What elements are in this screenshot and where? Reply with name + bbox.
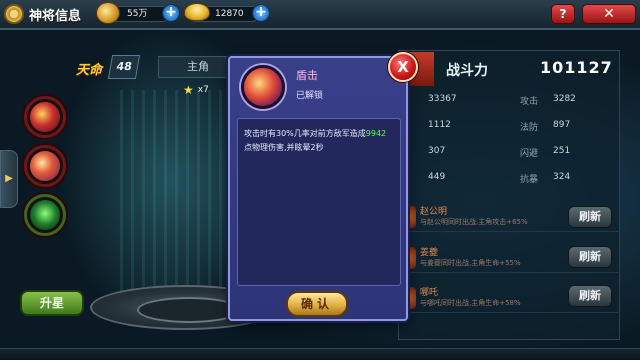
refresh-bond-button[interactable]: 刷新 <box>568 246 612 268</box>
skill-description: 攻击时有30%几率对前方敌军造成9942 点物理伤害,并眩晕2秒 <box>237 118 401 286</box>
star-count: x7 <box>197 85 209 95</box>
star-rating: ★ x7 <box>183 83 209 97</box>
add-gold-button[interactable]: + <box>252 4 270 22</box>
upgrade-star-button[interactable]: 升星 <box>20 290 84 316</box>
top-bar: 神将信息 55万 + 12870 + ? ✕ <box>0 0 640 30</box>
bond-desc: 与赵公明同时出战,主角攻击+65% <box>420 218 528 226</box>
stat-value-left: 1112 <box>428 120 451 130</box>
stat-value-right: 897 <box>553 120 571 130</box>
add-silver-button[interactable]: + <box>162 4 180 22</box>
confirm-button[interactable]: 确认 <box>286 291 348 317</box>
stat-label: 法防 <box>520 123 539 133</box>
bottom-strip <box>0 348 640 360</box>
title-group: 神将信息 <box>4 4 81 24</box>
fate-label: 天命 <box>76 63 103 78</box>
stat-value-left: 33367 <box>428 94 457 104</box>
skill-status: 已解锁 <box>296 91 324 101</box>
tab-role[interactable]: 主角 <box>158 56 238 78</box>
dialog-close-button[interactable]: X <box>388 52 418 82</box>
shield-strike-icon <box>241 65 285 109</box>
green-warrior-skill-icon <box>30 200 60 230</box>
side-expand-tab[interactable]: ▶ <box>0 150 18 208</box>
silver-coin-icon <box>96 2 120 24</box>
bond-desc: 与姜夔同时出战,主角生命+55% <box>420 259 521 267</box>
refresh-bond-button[interactable]: 刷新 <box>568 285 612 307</box>
page-title: 神将信息 <box>29 8 82 24</box>
gold-ingot-icon <box>184 3 210 21</box>
skill-info-dialog: 盾击 已解锁 攻击时有30%几率对前方敌军造成9942 点物理伤害,并眩晕2秒 <box>228 56 408 321</box>
silver-resource: 55万 + <box>96 2 180 24</box>
close-page-button[interactable]: ✕ <box>582 4 636 24</box>
stat-value-right: 251 <box>553 146 571 156</box>
stat-label: 闪避 <box>520 149 539 159</box>
power-label: 战斗力 <box>446 63 488 79</box>
skill-slot-3[interactable] <box>24 194 66 236</box>
power-value: 101127 <box>540 58 613 77</box>
hero-level: 48 <box>107 55 141 79</box>
stat-value-left: 307 <box>428 146 446 156</box>
gold-resource: 12870 + <box>184 3 270 23</box>
stat-value-right: 324 <box>553 172 571 182</box>
light-beams <box>120 90 230 300</box>
help-button[interactable]: ? <box>551 4 575 24</box>
skill-slot-2[interactable] <box>24 145 66 187</box>
bond-name: 赵公明 <box>420 207 448 217</box>
bond-name: 哪吒 <box>420 288 439 298</box>
fire-skill-icon <box>30 102 60 132</box>
desc-text-2: 点物理伤害,并眩晕2秒 <box>244 143 324 152</box>
gear-icon <box>4 4 24 24</box>
skill-name: 盾击 <box>296 69 318 82</box>
stat-value-right: 3282 <box>553 94 576 104</box>
skill-slot-1[interactable] <box>24 96 66 138</box>
stat-value-left: 449 <box>428 172 446 182</box>
bond-name: 姜夔 <box>420 248 439 258</box>
stat-label: 抗暴 <box>520 175 539 185</box>
bond-desc: 与哪吒同时出战,主角生命+58% <box>420 299 521 307</box>
star-icon: ★ <box>183 83 194 97</box>
shield-strike-skill-icon <box>30 151 60 181</box>
damage-value: 9942 <box>365 129 387 138</box>
desc-text-1: 攻击时有30%几率对前方敌军造成 <box>244 129 366 138</box>
refresh-bond-button[interactable]: 刷新 <box>568 206 612 228</box>
stat-label: 攻击 <box>520 97 539 107</box>
